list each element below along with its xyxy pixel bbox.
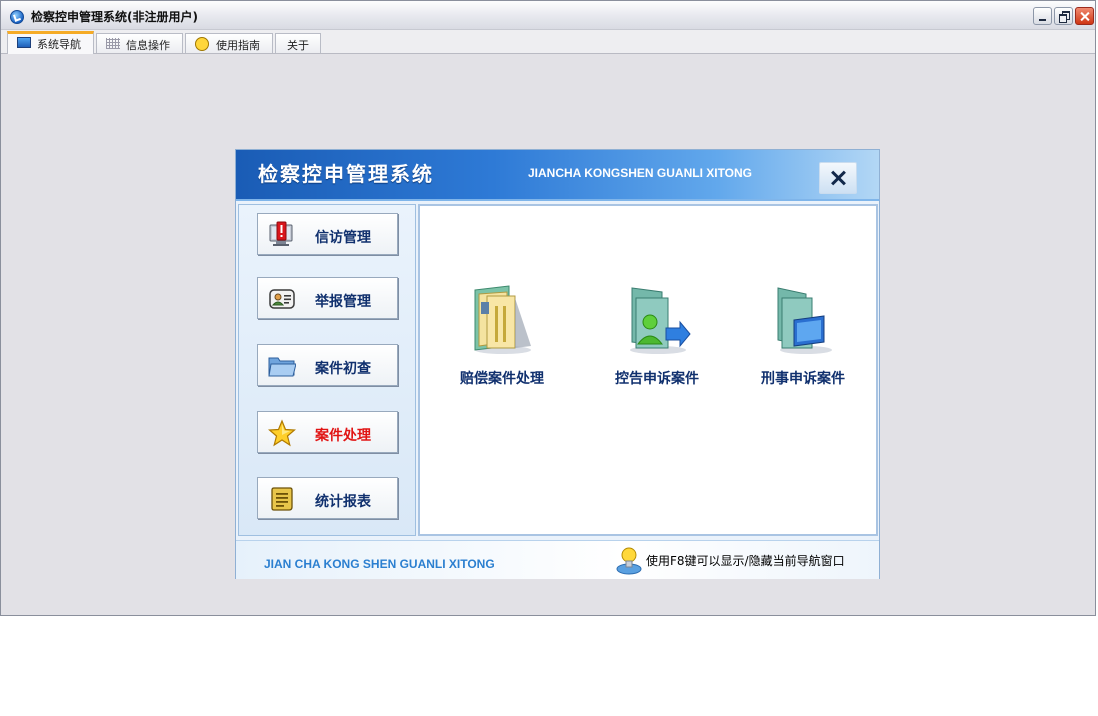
folder-icon <box>268 357 296 377</box>
tab-label: 关于 <box>287 39 309 52</box>
side-panel: 信访管理 举报管理 案件初查 案件处理 统计报表 <box>238 204 416 536</box>
minimize-icon[interactable] <box>1033 7 1052 25</box>
title-bar[interactable]: 检察控申管理系统(非注册用户) <box>1 1 1095 30</box>
tab-info-operations[interactable]: 信息操作 <box>96 33 183 53</box>
xinfang-management-button[interactable]: 信访管理 <box>257 213 398 255</box>
scroll-report-icon <box>271 487 293 511</box>
statistics-report-button[interactable]: 统计报表 <box>257 477 398 519</box>
monitor-folder-icon <box>777 287 832 354</box>
document-folder-icon <box>474 285 531 354</box>
side-button-label: 统计报表 <box>315 494 371 510</box>
footer-hint: 使用F8键可以显示/隐藏当前导航窗口 <box>646 554 845 568</box>
criminal-appeal-case-item[interactable]: 刑事申诉案件 <box>733 284 853 394</box>
tab-strip: 系统导航 信息操作 使用指南 关于 <box>1 30 1095 54</box>
tab-label: 信息操作 <box>126 39 170 52</box>
window-title: 检察控申管理系统(非注册用户) <box>31 10 198 24</box>
restore-icon[interactable] <box>1054 7 1073 25</box>
content-item-label: 赔偿案件处理 <box>460 371 544 387</box>
tab-about[interactable]: 关于 <box>275 33 321 53</box>
content-item-label: 刑事申诉案件 <box>761 371 845 387</box>
side-button-label: 案件处理 <box>315 428 371 444</box>
report-management-button[interactable]: 举报管理 <box>257 277 398 319</box>
dialog-header: 检察控申管理系统 JIANCHA KONGSHEN GUANLI XITONG <box>236 150 879 201</box>
navigation-dialog: 检察控申管理系统 JIANCHA KONGSHEN GUANLI XITONG … <box>235 149 880 579</box>
alert-monitor-icon <box>269 221 293 246</box>
case-processing-button[interactable]: 案件处理 <box>257 411 398 453</box>
dialog-subtitle: JIANCHA KONGSHEN GUANLI XITONG <box>528 166 753 180</box>
close-icon[interactable] <box>819 162 857 194</box>
app-window: 检察控申管理系统(非注册用户) 系统导航 信息操作 使用指南 关于 检察控申管理… <box>0 0 1096 616</box>
content-item-label: 控告申诉案件 <box>615 371 699 387</box>
complaint-appeal-case-item[interactable]: 控告申诉案件 <box>587 284 707 394</box>
user-folder-icon <box>630 287 691 354</box>
dialog-footer: JIAN CHA KONG SHEN GUANLI XITONG 使用F8键可以… <box>236 540 879 579</box>
dialog-title: 检察控申管理系统 <box>258 162 434 186</box>
footer-brand: JIAN CHA KONG SHEN GUANLI XITONG <box>264 557 495 571</box>
side-button-label: 案件初查 <box>315 361 371 377</box>
close-icon[interactable] <box>1075 7 1094 25</box>
compensation-case-item[interactable]: 赔偿案件处理 <box>432 284 552 394</box>
monitor-icon <box>17 37 31 48</box>
side-button-label: 举报管理 <box>315 294 371 310</box>
app-logo-icon <box>10 10 24 24</box>
tab-system-navigation[interactable]: 系统导航 <box>7 31 94 54</box>
tab-user-guide[interactable]: 使用指南 <box>185 33 273 53</box>
case-preliminary-check-button[interactable]: 案件初查 <box>257 344 398 386</box>
content-panel: 赔偿案件处理 控告申诉案件 刑事申诉案件 <box>418 204 878 536</box>
tab-label: 系统导航 <box>37 38 81 51</box>
star-icon <box>268 419 296 447</box>
side-button-label: 信访管理 <box>315 230 371 246</box>
grid-icon <box>106 38 120 49</box>
smiley-icon <box>195 37 209 51</box>
tab-label: 使用指南 <box>216 39 260 52</box>
lightbulb-icon <box>616 547 642 575</box>
contact-card-icon <box>269 289 295 309</box>
